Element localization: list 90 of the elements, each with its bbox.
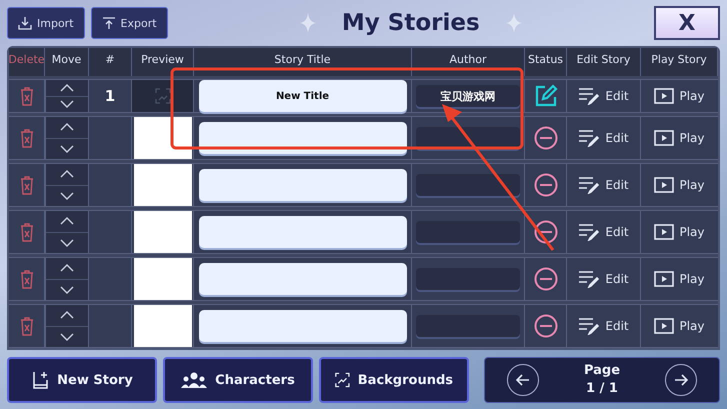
edit-button[interactable]: Edit: [576, 174, 631, 196]
column-header: Status: [525, 48, 567, 76]
chevron-down-icon: [60, 144, 74, 153]
trash-icon: [20, 316, 34, 336]
chevron-up-icon: [60, 170, 74, 178]
chevron-down-icon: [60, 286, 74, 294]
edit-button[interactable]: Edit: [576, 268, 631, 290]
edit-icon[interactable]: [534, 84, 558, 108]
backgrounds-button[interactable]: Backgrounds: [319, 357, 469, 403]
column-header: Move: [45, 48, 89, 76]
delete-button[interactable]: [20, 86, 34, 106]
play-button[interactable]: Play: [652, 86, 707, 106]
page-label: Page: [584, 362, 620, 380]
edit-button[interactable]: Edit: [576, 221, 631, 243]
trash-icon: [20, 86, 34, 106]
list-pencil-icon: [578, 129, 600, 147]
chevron-up-icon: [60, 123, 74, 132]
close-button[interactable]: X: [654, 6, 720, 40]
edit-button[interactable]: Edit: [576, 85, 631, 107]
trash-icon: [20, 176, 34, 194]
new-document-icon: [31, 371, 50, 389]
author-field[interactable]: [416, 268, 520, 290]
play-icon: [654, 88, 674, 104]
import-button[interactable]: Import: [7, 7, 85, 39]
trash-icon: [20, 270, 34, 288]
trash-icon: [20, 128, 34, 148]
title-field[interactable]: [198, 169, 406, 201]
play-button[interactable]: Play: [652, 316, 707, 336]
column-header: Edit Story: [567, 48, 641, 76]
delete-button[interactable]: [20, 316, 34, 336]
delete-button[interactable]: [20, 128, 34, 148]
play-button[interactable]: Play: [652, 222, 707, 242]
chevron-down-icon: [60, 100, 74, 108]
edit-button[interactable]: Edit: [576, 127, 631, 149]
title-field[interactable]: [198, 216, 406, 248]
author-field[interactable]: [416, 174, 520, 196]
author-field[interactable]: [416, 221, 520, 243]
sparkle-icon: [506, 13, 522, 33]
previous-page-button[interactable]: [507, 364, 540, 396]
chevron-up-icon: [60, 311, 74, 320]
list-pencil-icon: [578, 317, 600, 335]
download-icon: [18, 16, 32, 30]
arrow-right-icon: [674, 374, 688, 386]
export-button[interactable]: Export: [90, 7, 168, 39]
image-icon: [335, 371, 350, 389]
trash-icon: [20, 222, 34, 242]
chevron-down-icon: [60, 332, 74, 341]
list-pencil-icon: [578, 270, 600, 288]
list-pencil-icon: [578, 87, 600, 105]
next-page-button[interactable]: [664, 364, 697, 396]
page-title: My Stories: [342, 10, 480, 36]
play-button[interactable]: Play: [652, 269, 707, 289]
delete-button[interactable]: [20, 270, 34, 288]
author-field[interactable]: [416, 315, 520, 337]
people-icon: [181, 372, 208, 388]
edit-button[interactable]: Edit: [576, 315, 631, 337]
arrow-left-icon: [516, 374, 530, 386]
row-number: 1: [104, 87, 116, 105]
title-field[interactable]: New Title: [198, 80, 406, 112]
chevron-up-icon: [60, 84, 74, 92]
delete-button[interactable]: [20, 222, 34, 242]
play-button[interactable]: Play: [652, 175, 707, 195]
delete-button[interactable]: [20, 176, 34, 194]
list-pencil-icon: [578, 176, 600, 194]
upload-icon: [102, 16, 116, 30]
column-header: #: [89, 48, 132, 76]
play-button[interactable]: Play: [652, 128, 707, 148]
play-icon: [654, 224, 674, 240]
title-field[interactable]: [198, 263, 406, 295]
column-header: Story Title: [194, 48, 412, 76]
title-field[interactable]: [198, 310, 406, 342]
play-icon: [654, 271, 674, 287]
column-header: Preview: [132, 48, 194, 76]
title-field[interactable]: [198, 122, 406, 154]
chevron-down-icon: [60, 238, 74, 247]
sparkle-icon: [300, 13, 316, 33]
list-pencil-icon: [578, 223, 600, 241]
author-field[interactable]: 宝贝游戏网: [416, 85, 520, 107]
play-icon: [654, 130, 674, 146]
page-count: 1 / 1: [586, 380, 618, 398]
column-header: Play Story: [641, 48, 718, 76]
column-header: Delete: [9, 48, 45, 76]
play-icon: [654, 318, 674, 334]
chevron-down-icon: [60, 192, 74, 200]
characters-button[interactable]: Characters: [163, 357, 313, 403]
column-header: Author: [412, 48, 525, 76]
play-icon: [654, 177, 674, 193]
chevron-up-icon: [60, 217, 74, 226]
chevron-up-icon: [60, 264, 74, 272]
new-story-button[interactable]: New Story: [7, 357, 157, 403]
